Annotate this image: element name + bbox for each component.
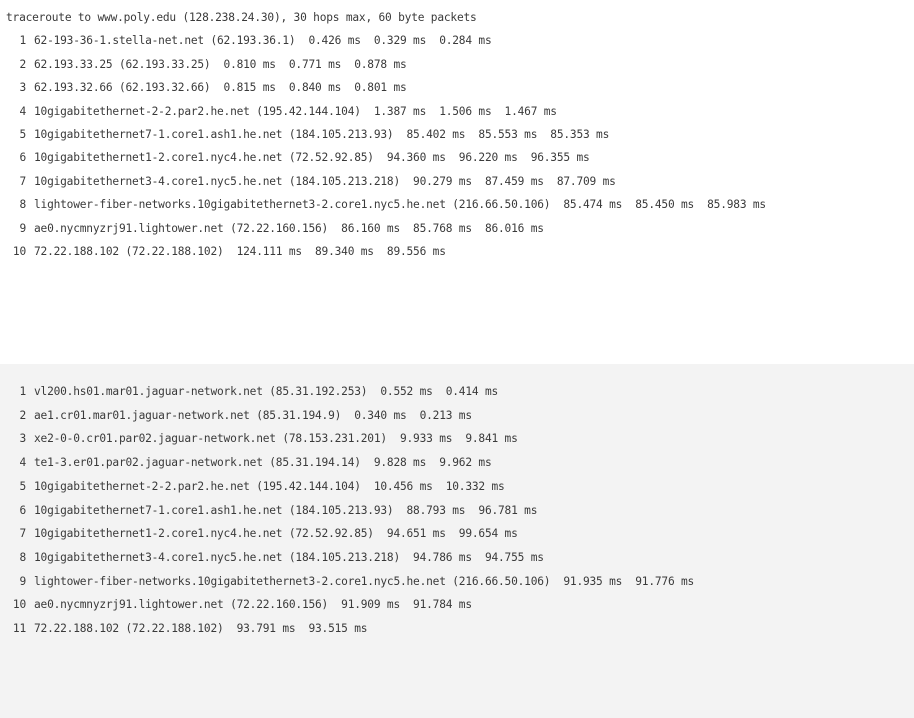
hop-text: 62.193.33.25 (62.193.33.25) 0.810 ms 0.7… bbox=[34, 57, 407, 71]
hop-line: 10 72.22.188.102 (72.22.188.102) 124.111 … bbox=[6, 240, 914, 263]
hop-number: 5 bbox=[19, 128, 26, 142]
hop-number: 3 bbox=[19, 81, 26, 95]
hop-number: 1 bbox=[19, 34, 26, 48]
hop-line: 9 ae0.nycmnyzrj91.lightower.net (72.22.16… bbox=[6, 217, 914, 240]
hop-line: 6 10gigabitethernet1-2.core1.nyc4.he.net … bbox=[6, 146, 914, 169]
hop-line: 8 10gigabitethernet3-4.core1.nyc5.he.net … bbox=[6, 546, 914, 570]
hop-text: ae0.nycmnyzrj91.lightower.net (72.22.160… bbox=[34, 598, 472, 612]
hop-text: ae1.cr01.mar01.jaguar-network.net (85.31… bbox=[34, 408, 472, 422]
hop-line: 7 10gigabitethernet3-4.core1.nyc5.he.net … bbox=[6, 170, 914, 193]
hop-text: 72.22.188.102 (72.22.188.102) 124.111 ms… bbox=[34, 245, 446, 259]
hop-line: 10 ae0.nycmnyzrj91.lightower.net (72.22.1… bbox=[6, 593, 914, 617]
hop-number: 11 bbox=[12, 622, 26, 636]
hop-line: 6 10gigabitethernet7-1.core1.ash1.he.net … bbox=[6, 499, 914, 523]
hop-line: 2 62.193.33.25 (62.193.33.25) 0.810 ms 0.… bbox=[6, 53, 914, 76]
hop-line: 9 lightower-fiber-networks.10gigabitether… bbox=[6, 570, 914, 594]
hop-number: 10 bbox=[12, 598, 26, 612]
hop-text: 62.193.32.66 (62.193.32.66) 0.815 ms 0.8… bbox=[34, 81, 407, 95]
hop-text: 10gigabitethernet1-2.core1.nyc4.he.net (… bbox=[34, 151, 590, 165]
hop-text: 10gigabitethernet3-4.core1.nyc5.he.net (… bbox=[34, 550, 544, 564]
hop-number: 7 bbox=[19, 174, 26, 188]
hop-line: 5 10gigabitethernet-2-2.par2.he.net (195.… bbox=[6, 475, 914, 499]
hop-text: vl200.hs01.mar01.jaguar-network.net (85.… bbox=[34, 385, 499, 398]
hop-line: 8 lightower-fiber-networks.10gigabitether… bbox=[6, 193, 914, 216]
hop-text: ae0.nycmnyzrj91.lightower.net (72.22.160… bbox=[34, 221, 544, 235]
hop-number: 8 bbox=[19, 198, 26, 212]
hop-number: 1 bbox=[19, 385, 26, 398]
hop-text: 10gigabitethernet1-2.core1.nyc4.he.net (… bbox=[34, 527, 518, 541]
hop-text: 10gigabitethernet7-1.core1.ash1.he.net (… bbox=[34, 503, 538, 517]
hop-line: 7 10gigabitethernet1-2.core1.nyc4.he.net … bbox=[6, 522, 914, 546]
hop-line: 4 te1-3.er01.par02.jaguar-network.net (85… bbox=[6, 451, 914, 475]
hop-number: 6 bbox=[19, 503, 26, 517]
hop-number: 6 bbox=[19, 151, 26, 165]
hop-line: 5 10gigabitethernet7-1.core1.ash1.he.net … bbox=[6, 123, 914, 146]
hop-text: lightower-fiber-networks.10gigabitethern… bbox=[34, 574, 695, 588]
hop-text: xe2-0-0.cr01.par02.jaguar-network.net (7… bbox=[34, 432, 518, 446]
hop-number: 5 bbox=[19, 479, 26, 493]
hop-line: 1 62-193-36-1.stella-net.net (62.193.36.1… bbox=[6, 29, 914, 52]
hop-number: 4 bbox=[19, 456, 26, 470]
hop-number: 7 bbox=[19, 527, 26, 541]
hop-number: 9 bbox=[19, 574, 26, 588]
hop-text: 72.22.188.102 (72.22.188.102) 93.791 ms … bbox=[34, 622, 368, 636]
hop-line: 3 xe2-0-0.cr01.par02.jaguar-network.net (… bbox=[6, 427, 914, 451]
hop-number: 2 bbox=[19, 408, 26, 422]
hop-line: 2 ae1.cr01.mar01.jaguar-network.net (85.3… bbox=[6, 404, 914, 428]
hop-text: 10gigabitethernet3-4.core1.nyc5.he.net (… bbox=[34, 174, 616, 188]
hop-text: 10gigabitethernet-2-2.par2.he.net (195.4… bbox=[34, 479, 505, 493]
hop-line: 3 62.193.32.66 (62.193.32.66) 0.815 ms 0.… bbox=[6, 76, 914, 99]
hop-number: 9 bbox=[19, 221, 26, 235]
hop-number: 10 bbox=[12, 245, 26, 259]
traceroute-header: traceroute to www.poly.edu (128.238.24.3… bbox=[6, 11, 477, 24]
traceroute-output-2: 1 vl200.hs01.mar01.jaguar-network.net (85… bbox=[0, 364, 914, 718]
hop-text: 10gigabitethernet-2-2.par2.he.net (195.4… bbox=[34, 104, 557, 118]
hop-number: 3 bbox=[19, 432, 26, 446]
hop-text: 62-193-36-1.stella-net.net (62.193.36.1)… bbox=[34, 34, 492, 48]
traceroute-output-1: traceroute to www.poly.edu (128.238.24.3… bbox=[0, 0, 914, 330]
hop-number: 2 bbox=[19, 57, 26, 71]
hop-line: 11 72.22.188.102 (72.22.188.102) 93.791 m… bbox=[6, 617, 914, 641]
hop-number: 8 bbox=[19, 550, 26, 564]
hop-line: 1 vl200.hs01.mar01.jaguar-network.net (85… bbox=[6, 380, 914, 404]
hop-line: 4 10gigabitethernet-2-2.par2.he.net (195.… bbox=[6, 100, 914, 123]
hop-text: lightower-fiber-networks.10gigabitethern… bbox=[34, 198, 766, 212]
hop-text: 10gigabitethernet7-1.core1.ash1.he.net (… bbox=[34, 128, 610, 142]
hop-number: 4 bbox=[19, 104, 26, 118]
hop-text: te1-3.er01.par02.jaguar-network.net (85.… bbox=[34, 456, 492, 470]
